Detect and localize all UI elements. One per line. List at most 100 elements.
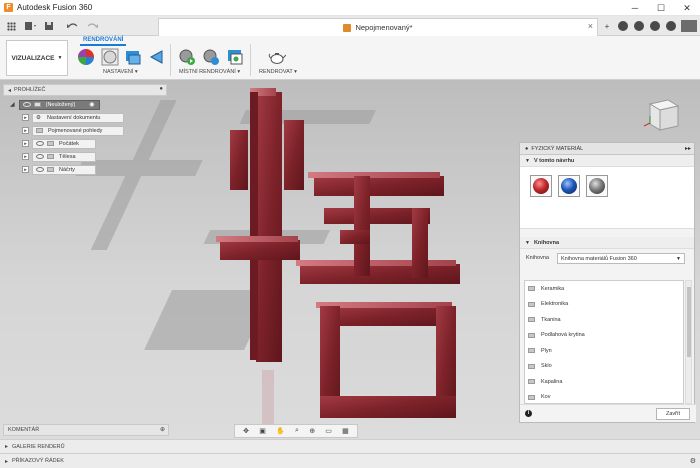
eye-icon[interactable] xyxy=(36,141,44,146)
list-item[interactable]: Keramika xyxy=(525,281,683,297)
document-settings-node[interactable]: ⚙ Nastavení dokumentu xyxy=(32,112,124,123)
in-design-section[interactable]: ▼ V tomto návrhu xyxy=(520,155,694,167)
expand-arrow-icon[interactable]: ▸ xyxy=(5,443,8,450)
data-panel-button[interactable] xyxy=(3,18,19,34)
named-views-node[interactable]: Pojmenované pohledy xyxy=(32,125,124,136)
list-item[interactable]: Plyn xyxy=(525,343,683,359)
category-list: Keramika Elektronika Tkanina Podlahová k… xyxy=(524,280,684,404)
new-tab-button[interactable]: + xyxy=(600,18,614,34)
close-window-button[interactable]: ✕ xyxy=(674,0,700,16)
look-at-icon[interactable]: ▣ xyxy=(259,427,266,435)
expand-arrow-icon[interactable]: ▸ xyxy=(22,153,29,160)
info-icon[interactable]: i xyxy=(525,410,532,417)
tree-item[interactable]: ▸ Tělesa xyxy=(22,151,96,162)
zoom-icon[interactable]: ⌕ xyxy=(295,427,299,435)
comments-header[interactable]: KOMENTÁŘ ⊕ xyxy=(3,424,169,436)
group-label-render[interactable]: RENDROVAT ▾ xyxy=(259,69,297,75)
library-select[interactable]: Knihovna materiálů Fusion 360 ▼ xyxy=(556,252,685,264)
comments-title: KOMENTÁŘ xyxy=(8,427,40,433)
close-tab-icon[interactable]: × xyxy=(588,21,593,31)
root-node[interactable]: (Neuložený) ◉ xyxy=(18,99,100,110)
bodies-node[interactable]: Tělesa xyxy=(32,151,96,162)
origin-node[interactable]: Počátek xyxy=(32,138,96,149)
fit-view-icon[interactable]: ⊕ xyxy=(309,427,315,435)
expand-arrow-icon[interactable]: ▸ xyxy=(22,140,29,147)
expand-arrow-icon[interactable]: ▸ xyxy=(22,127,29,134)
expand-icon[interactable]: ◢ xyxy=(10,101,15,108)
display-settings-icon[interactable]: ▭ xyxy=(325,427,332,435)
command-line-bar[interactable]: ▸ PŘÍKAZOVÝ ŘÁDEK ⚙ xyxy=(0,453,700,468)
group-label-local-render[interactable]: MÍSTNÍ RENDROVÁNÍ ▾ xyxy=(179,69,240,75)
material-swatch-blue[interactable] xyxy=(558,175,580,197)
library-select-value: Knihovna materiálů Fusion 360 xyxy=(560,255,637,262)
scrollbar-thumb[interactable] xyxy=(687,287,691,357)
physical-material-button[interactable] xyxy=(101,48,119,66)
file-menu-button[interactable] xyxy=(22,18,38,34)
appearance-button[interactable] xyxy=(77,48,95,66)
save-button[interactable] xyxy=(41,18,57,34)
pin-icon[interactable]: ● xyxy=(159,86,163,92)
notifications-button[interactable] xyxy=(648,18,662,34)
browser-header[interactable]: ◂ PROHLÍŽEČ ● xyxy=(3,84,167,96)
render-gallery-bar[interactable]: ▸ GALERIE RENDERŮ xyxy=(0,439,700,453)
scene-settings-button[interactable] xyxy=(124,48,142,66)
tree-item[interactable]: ▸ Počátek xyxy=(22,138,96,149)
tab-rendering[interactable]: RENDROVÁNÍ xyxy=(80,37,127,46)
tree-item[interactable]: ▸ Pojmenované pohledy xyxy=(22,125,124,136)
tree-root[interactable]: ◢ (Neuložený) ◉ xyxy=(10,99,100,110)
section-toggle-icon[interactable]: ▼ xyxy=(525,158,530,164)
view-cube[interactable] xyxy=(640,92,680,136)
material-swatch-red[interactable] xyxy=(530,175,552,197)
pan-hand-icon[interactable]: ✋ xyxy=(276,427,285,435)
eye-icon[interactable] xyxy=(22,102,31,107)
material-panel-header[interactable]: ● FYZICKÝ MATERIÁL ▸▸ xyxy=(520,143,694,155)
undo-button[interactable] xyxy=(65,18,81,34)
list-item[interactable]: Tkanina xyxy=(525,312,683,328)
eye-icon[interactable] xyxy=(36,154,44,159)
account-button[interactable] xyxy=(680,18,698,34)
add-comment-icon[interactable]: ⊕ xyxy=(160,426,165,433)
render-button[interactable] xyxy=(268,48,287,66)
activate-radio-icon[interactable]: ◉ xyxy=(89,101,94,108)
list-item[interactable]: Elektronika xyxy=(525,297,683,313)
expand-arrow-icon[interactable]: ▸ xyxy=(22,166,29,173)
list-item[interactable]: Kapalina xyxy=(525,374,683,390)
eye-icon[interactable] xyxy=(36,167,44,172)
list-item[interactable]: Sklo xyxy=(525,359,683,375)
maximize-button[interactable]: ☐ xyxy=(648,0,674,16)
document-tab[interactable]: Nepojmenovaný* × xyxy=(158,18,598,36)
orbit-icon[interactable]: ✥ xyxy=(243,427,249,435)
tree-item[interactable]: ▸ Náčrty xyxy=(22,164,96,175)
in-canvas-render-settings-button[interactable] xyxy=(202,48,220,66)
grid-settings-icon[interactable]: ▦ xyxy=(342,427,349,435)
toolbar-divider xyxy=(170,44,171,76)
job-status-button[interactable] xyxy=(632,18,646,34)
minimize-button[interactable]: ─ xyxy=(622,0,648,16)
category-scrollbar[interactable] xyxy=(685,280,692,404)
expand-panel-icon[interactable]: ▸▸ xyxy=(685,145,691,152)
sketches-node[interactable]: Náčrty xyxy=(32,164,96,175)
workspace-switcher[interactable]: VIZUALIZACE ▼ xyxy=(6,40,68,76)
expand-arrow-icon[interactable]: ▸ xyxy=(22,114,29,121)
capture-image-button[interactable] xyxy=(226,48,244,66)
in-canvas-render-button[interactable] xyxy=(178,48,196,66)
help-button[interactable] xyxy=(664,18,678,34)
settings-gear-icon[interactable]: ⚙ xyxy=(690,457,696,465)
extensions-button[interactable] xyxy=(616,18,630,34)
render-gallery-label: GALERIE RENDERŮ xyxy=(12,443,65,450)
tree-item[interactable]: ▸ ⚙ Nastavení dokumentu xyxy=(22,112,124,123)
library-section[interactable]: ▼ Knihovna xyxy=(520,237,694,249)
file-icon xyxy=(25,22,36,30)
collapse-icon[interactable]: ◂ xyxy=(8,87,11,94)
section-toggle-icon[interactable]: ▼ xyxy=(525,240,530,246)
close-button[interactable]: Zavřít xyxy=(656,408,690,420)
texture-map-button[interactable] xyxy=(148,48,166,66)
expand-arrow-icon[interactable]: ▸ xyxy=(5,458,8,465)
redo-button[interactable] xyxy=(84,18,100,34)
material-swatch-gray[interactable] xyxy=(586,175,608,197)
design-swatches xyxy=(520,167,694,229)
list-item[interactable]: Kov xyxy=(525,390,683,404)
group-label-setup[interactable]: NASTAVENÍ ▾ xyxy=(103,69,138,75)
list-item[interactable]: Podlahová krytina xyxy=(525,328,683,344)
redo-icon xyxy=(87,23,98,28)
